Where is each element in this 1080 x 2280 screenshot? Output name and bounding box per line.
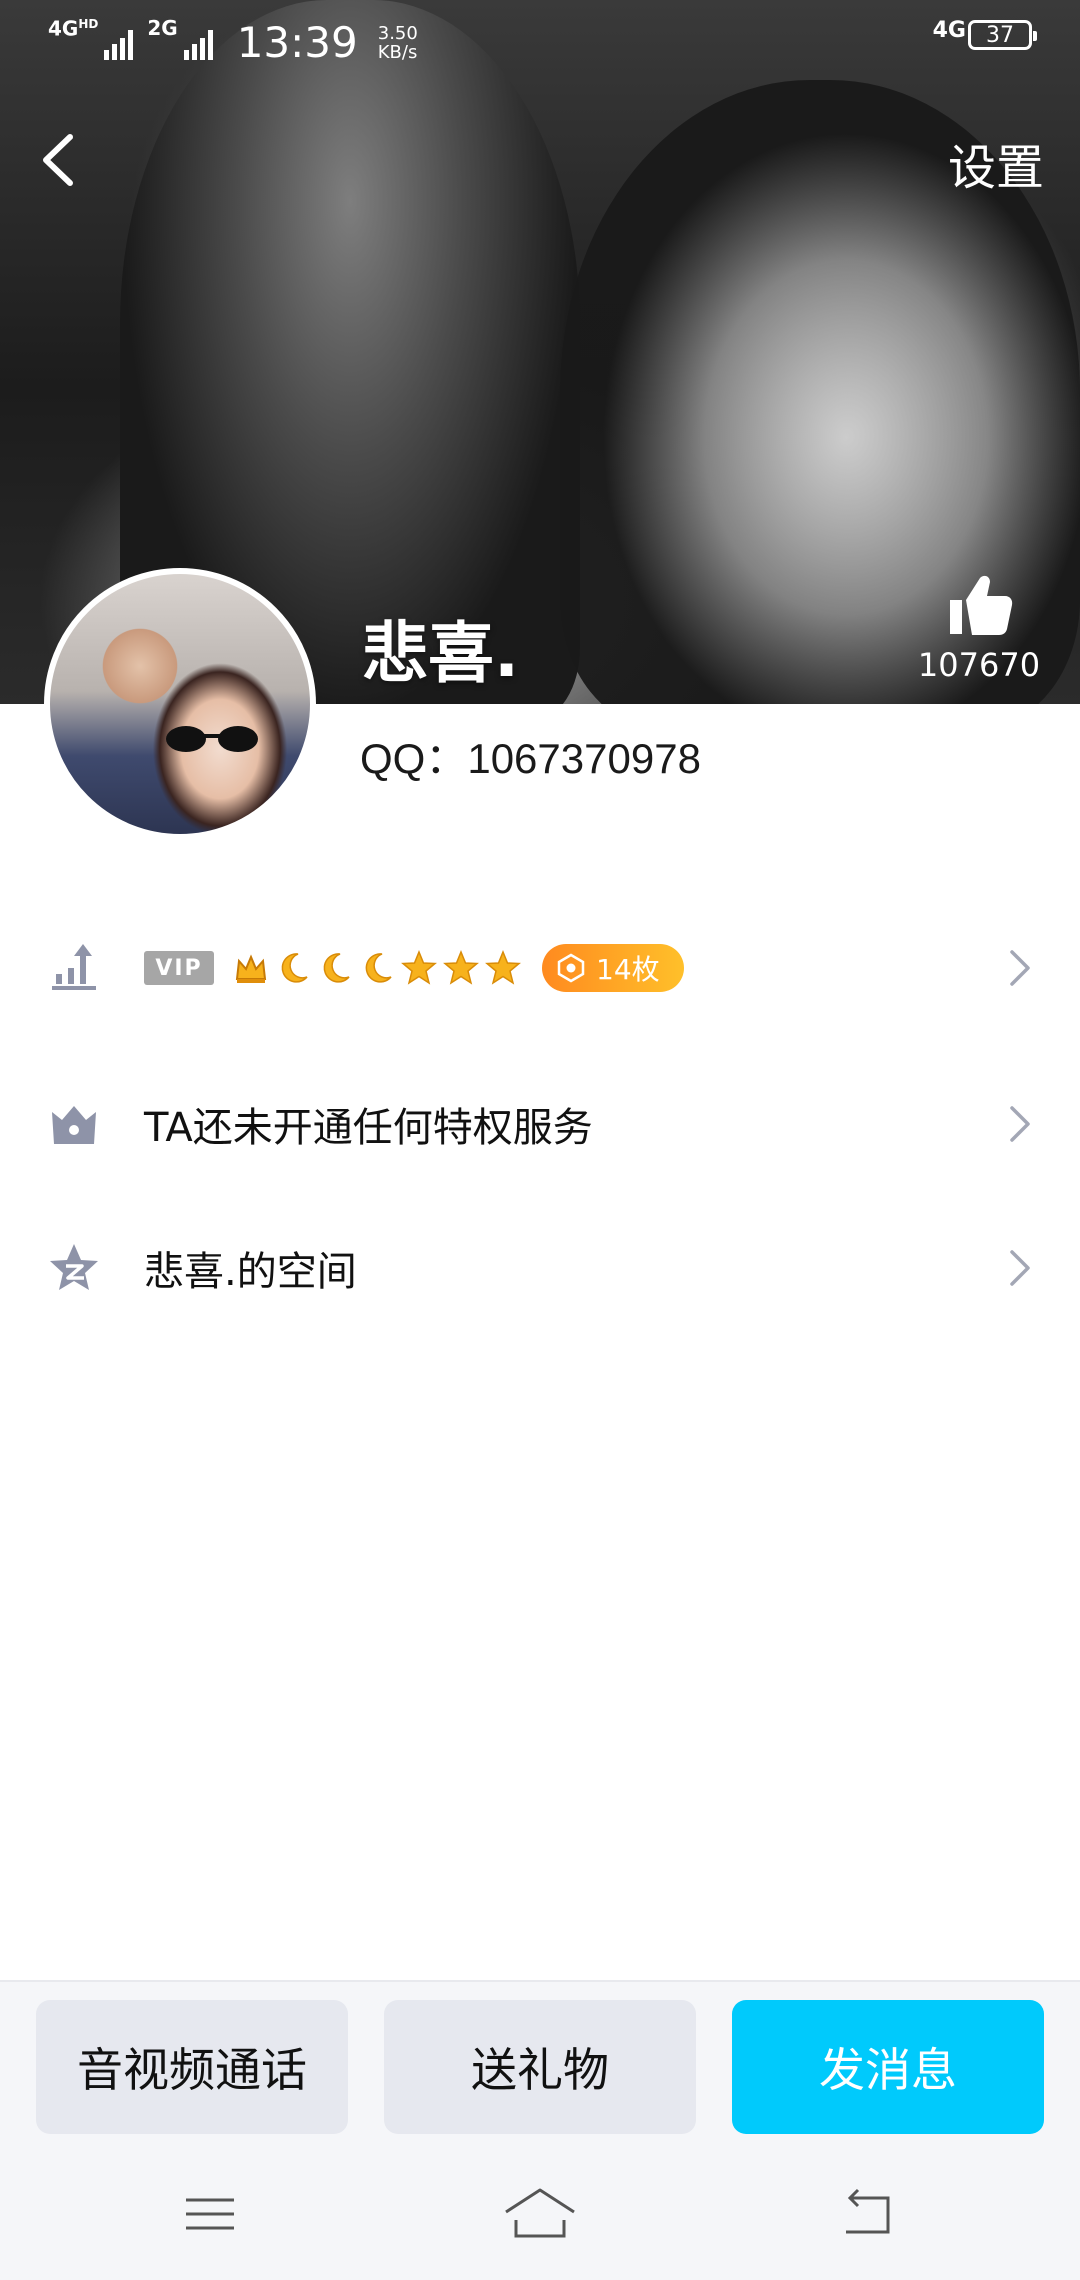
chevron-left-icon [43,134,73,186]
action-bar: 音视频通话 送礼物 发消息 [0,1982,1080,2280]
network-speed: 3.50 KB/s [377,22,418,63]
star-icon [442,949,480,987]
medal-hexagon-icon [557,953,585,983]
medal-count-badge[interactable]: 14枚 [542,944,684,992]
send-message-button[interactable]: 发消息 [732,2000,1044,2134]
qq-level-icons [232,949,522,987]
level-chart-icon [52,944,96,990]
call-button[interactable]: 音视频通话 [36,2000,348,2134]
chevron-right-icon [1010,950,1030,986]
menu-icon[interactable] [180,2184,240,2244]
back-button[interactable] [26,125,96,195]
home-icon[interactable] [502,2184,578,2244]
qq-number[interactable]: QQ：1067370978 [360,725,701,786]
privilege-row[interactable]: TA还未开通任何特权服务 [0,1064,1080,1184]
network-type-right: 4G [932,18,966,43]
signal-icon-2 [183,26,213,60]
medal-count: 14枚 [596,953,660,986]
settings-button[interactable]: 设置 [948,128,1044,198]
network-type-2: 2G [147,16,178,40]
gift-button[interactable]: 送礼物 [384,2000,696,2134]
like-count: 107670 [917,646,1041,684]
network-type-1: 4GHD [48,16,99,41]
privilege-label: TA还未开通任何特权服务 [144,1105,593,1151]
like-button[interactable]: 107670 [904,570,1054,684]
qzone-label: 悲喜.的空间 [144,1249,357,1295]
level-row[interactable]: VIP 14枚 [0,908,1080,1028]
qzone-row[interactable]: 悲喜.的空间 [0,1208,1080,1328]
thumbs-up-icon [950,575,1013,635]
vip-badge: VIP [144,951,214,985]
moon-icon [316,949,354,987]
avatar[interactable] [44,568,316,840]
moon-icon [274,949,312,987]
star-icon [484,949,522,987]
privilege-crown-icon [52,1106,96,1144]
crown-icon [232,949,270,987]
status-bar: 4GHD 2G 13:39 3.50 KB/s 4G 37 [0,0,1080,84]
chevron-right-icon [1010,1250,1030,1286]
nickname: 悲喜. [362,615,520,692]
back-nav-icon[interactable] [838,2184,898,2244]
avatar-sunglasses [166,726,258,752]
qzone-star-icon [50,1244,98,1290]
signal-icon [104,26,134,60]
star-icon [400,949,438,987]
chevron-right-icon [1010,1106,1030,1142]
clock: 13:39 [236,18,358,67]
moon-icon [358,949,396,987]
battery-icon: 37 [968,20,1037,50]
